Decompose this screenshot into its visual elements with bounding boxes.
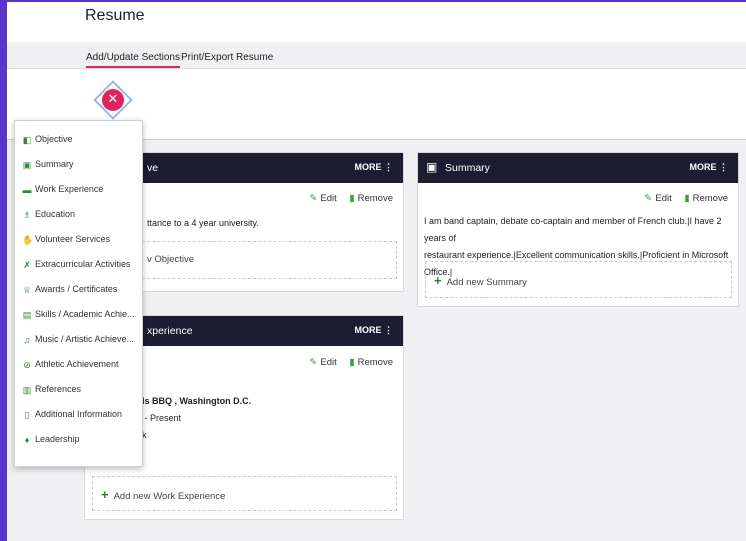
menu-item-label: Awards / Certificates bbox=[35, 284, 118, 294]
menu-item-leadership[interactable]: ♦ Leadership bbox=[15, 429, 144, 451]
add-work-experience-button[interactable]: + Add new Work Experience bbox=[92, 476, 397, 511]
menu-item-work-experience[interactable]: ▬ Work Experience bbox=[15, 179, 144, 201]
skills-icon: ▤ bbox=[22, 310, 32, 320]
menu-item-label: Volunteer Services bbox=[35, 234, 111, 244]
pencil-icon: ✎ bbox=[309, 193, 318, 204]
close-menu-button[interactable]: ✕ bbox=[93, 80, 133, 120]
menu-item-label: Athletic Achievement bbox=[35, 359, 119, 369]
work-card-title: xperience bbox=[147, 325, 193, 337]
tab-bar: Add/Update Sections Print/Export Resume bbox=[7, 42, 746, 69]
work-employer: ills BBQ , Washington D.C. bbox=[137, 396, 252, 406]
menu-item-label: Leadership bbox=[35, 434, 80, 444]
plus-icon: + bbox=[101, 487, 109, 502]
menu-item-label: Objective bbox=[35, 134, 73, 144]
menu-item-objective[interactable]: ◧ Objective bbox=[15, 129, 144, 151]
page-title: Resume bbox=[85, 7, 145, 24]
leadership-icon: ♦ bbox=[24, 435, 30, 445]
tab-print-export-resume[interactable]: Print/Export Resume bbox=[181, 52, 273, 63]
work-extra: ek bbox=[137, 427, 251, 444]
pencil-icon: ✎ bbox=[309, 357, 318, 368]
add-work-content: + Add new Work Experience bbox=[101, 487, 225, 502]
book-icon: ◧ bbox=[22, 135, 32, 145]
menu-item-athletic-achievement[interactable]: ⊘ Athletic Achievement bbox=[15, 354, 144, 376]
title-bar: Resume bbox=[7, 2, 746, 42]
menu-item-volunteer-services[interactable]: ✋ Volunteer Services bbox=[15, 229, 144, 251]
add-summary-button[interactable]: + Add new Summary bbox=[425, 261, 732, 298]
objective-edit-label: Edit bbox=[320, 193, 337, 204]
resume-page: Resume Add/Update Sections Print/Export … bbox=[7, 2, 746, 541]
work-remove-button[interactable]: ▮ Remove bbox=[349, 357, 393, 368]
summary-edit-label: Edit bbox=[655, 193, 672, 204]
menu-item-skills-academic[interactable]: ▤ Skills / Academic Achie... bbox=[15, 304, 144, 326]
pencil-icon: ✎ bbox=[644, 193, 653, 204]
add-summary-label: Add new Summary bbox=[446, 277, 527, 288]
menu-item-additional-information[interactable]: ▯ Additional Information bbox=[15, 404, 144, 426]
work-actions: ✎ Edit ▮ Remove bbox=[309, 357, 393, 368]
briefcase-icon: ▣ bbox=[22, 160, 32, 170]
work-edit-label: Edit bbox=[320, 357, 337, 368]
add-section-menu: ◧ Objective ▣ Summary ▬ Work Experience ♗ Ed… bbox=[14, 120, 143, 467]
trash-icon: ▮ bbox=[684, 193, 690, 204]
graduation-icon: ♗ bbox=[22, 210, 32, 220]
plus-icon: + bbox=[434, 273, 442, 288]
athletic-icon: ⊘ bbox=[23, 360, 31, 370]
summary-card: ▣ Summary MORE ⋮ ✎ Edit ▮ Remove I am band… bbox=[417, 152, 739, 307]
menu-item-label: Music / Artistic Achieve... bbox=[35, 334, 135, 344]
menu-item-label: Work Experience bbox=[35, 184, 104, 194]
menu-item-label: Education bbox=[35, 209, 76, 219]
activity-icon: ✗ bbox=[23, 260, 31, 270]
work-details: ills BBQ , Washington D.C. 5 - Present e… bbox=[137, 393, 251, 444]
tab-add-update-sections[interactable]: Add/Update Sections bbox=[86, 52, 180, 68]
summary-remove-label: Remove bbox=[692, 193, 728, 204]
summary-remove-button[interactable]: ▮ Remove bbox=[684, 193, 728, 204]
summary-text-line-1: I am band captain, debate co-captain and… bbox=[424, 216, 722, 243]
menu-item-music-artistic[interactable]: ♫ Music / Artistic Achieve... bbox=[15, 329, 144, 351]
menu-item-references[interactable]: ▥ References bbox=[15, 379, 144, 401]
add-work-label: Add new Work Experience bbox=[113, 491, 226, 502]
hand-icon: ✋ bbox=[22, 235, 34, 245]
menu-item-summary[interactable]: ▣ Summary bbox=[15, 154, 144, 176]
objective-remove-label: Remove bbox=[357, 193, 393, 204]
summary-card-title: Summary bbox=[445, 162, 490, 174]
menu-item-extracurricular-activities[interactable]: ✗ Extracurricular Activities bbox=[15, 254, 144, 276]
award-icon: ♕ bbox=[22, 285, 32, 295]
menu-item-label: Summary bbox=[35, 159, 74, 169]
briefcase-icon: ▬ bbox=[22, 185, 32, 195]
objective-actions: ✎ Edit ▮ Remove bbox=[309, 193, 393, 204]
menu-item-label: References bbox=[35, 384, 82, 394]
music-icon: ♫ bbox=[23, 335, 31, 345]
objective-remove-button[interactable]: ▮ Remove bbox=[349, 193, 393, 204]
objective-more-button[interactable]: MORE ⋮ bbox=[354, 162, 393, 173]
summary-actions: ✎ Edit ▮ Remove bbox=[644, 193, 728, 204]
summary-card-header: ▣ Summary MORE ⋮ bbox=[418, 153, 738, 183]
info-icon: ▯ bbox=[24, 410, 30, 420]
briefcase-icon: ▣ bbox=[426, 160, 438, 174]
menu-item-awards-certificates[interactable]: ♕ Awards / Certificates bbox=[15, 279, 144, 301]
references-icon: ▥ bbox=[22, 385, 32, 395]
objective-text: ttance to a 4 year university. bbox=[147, 218, 259, 228]
summary-edit-button[interactable]: ✎ Edit bbox=[644, 193, 671, 204]
summary-more-button[interactable]: MORE ⋮ bbox=[689, 162, 728, 173]
trash-icon: ▮ bbox=[349, 193, 355, 204]
objective-edit-button[interactable]: ✎ Edit bbox=[309, 193, 336, 204]
work-more-button[interactable]: MORE ⋮ bbox=[354, 325, 393, 336]
menu-item-label: Extracurricular Activities bbox=[35, 259, 131, 269]
menu-item-label: Skills / Academic Achie... bbox=[35, 309, 135, 319]
menu-item-label: Additional Information bbox=[35, 409, 123, 419]
menu-item-education[interactable]: ♗ Education bbox=[15, 204, 144, 226]
close-icon: ✕ bbox=[102, 89, 124, 111]
trash-icon: ▮ bbox=[349, 357, 355, 368]
work-remove-label: Remove bbox=[357, 357, 393, 368]
add-objective-label: v Objective bbox=[147, 254, 194, 265]
work-edit-button[interactable]: ✎ Edit bbox=[309, 357, 336, 368]
work-dates: 5 - Present bbox=[137, 413, 182, 423]
add-summary-content: + Add new Summary bbox=[434, 273, 527, 288]
objective-card-title: ve bbox=[147, 162, 159, 174]
